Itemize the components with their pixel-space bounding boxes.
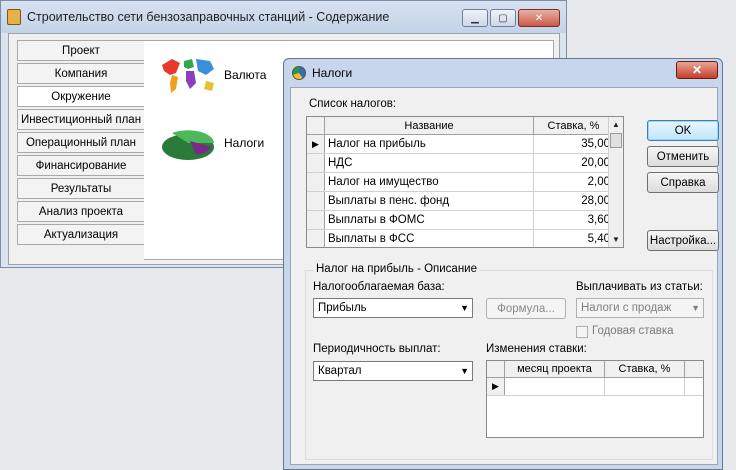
annual-rate-label: Годовая ставка (592, 325, 674, 337)
taxes-dialog: Налоги ✕ Список налогов: Название Ставка… (283, 58, 723, 470)
column-header-name[interactable]: Название (325, 117, 534, 134)
app-icon (7, 9, 21, 25)
dialog-body: Список налогов: Название Ставка, % ▶ Нал… (290, 87, 719, 465)
main-window-title: Строительство сети бензозаправочных стан… (27, 10, 390, 24)
tax-name-cell[interactable]: Налог на имущество (325, 173, 534, 191)
nav-item-operational-plan[interactable]: Операционный план (17, 132, 145, 153)
scroll-up-icon[interactable]: ▲ (609, 117, 623, 132)
scroll-down-icon[interactable]: ▼ (609, 232, 623, 247)
tax-base-label: Налогооблагаемая база: (313, 281, 445, 293)
pay-from-select[interactable]: Налоги с продаж ▼ (576, 298, 704, 318)
taxes-module[interactable]: Налоги (158, 121, 264, 165)
table-row[interactable]: Налог на имущество 2,00 (307, 173, 623, 192)
column-header-rate[interactable]: Ставка, % (534, 117, 614, 134)
tax-rate-cell[interactable]: 2,00 (534, 173, 614, 191)
tax-pie-icon (162, 130, 214, 160)
column-header-change-rate[interactable]: Ставка, % (605, 361, 685, 377)
change-rate-cell[interactable] (605, 378, 685, 395)
tax-rate-cell[interactable]: 3,60 (534, 211, 614, 229)
scroll-thumb[interactable] (610, 133, 622, 148)
nav-list: Проект Компания Окружение Инвестиционный… (17, 40, 145, 247)
tax-rate-cell[interactable]: 5,40 (534, 230, 614, 247)
chevron-down-icon: ▼ (460, 366, 469, 376)
currency-label: Валюта (224, 68, 267, 82)
table-row[interactable]: ▶ Налог на прибыль 35,00 (307, 135, 623, 154)
current-row-arrow-icon: ▶ (487, 378, 505, 395)
taxes-label: Налоги (224, 136, 265, 150)
tax-base-select[interactable]: Прибыль ▼ (313, 298, 473, 318)
nav-item-project-analysis[interactable]: Анализ проекта (17, 201, 145, 222)
ok-button[interactable]: OK (647, 120, 719, 141)
periodicity-value: Квартал (318, 365, 362, 377)
annual-rate-checkbox[interactable] (576, 326, 588, 338)
row-indicator (307, 173, 325, 191)
current-row-arrow-icon: ▶ (307, 135, 325, 153)
column-header-month[interactable]: месяц проекта (505, 361, 605, 377)
chevron-down-icon: ▼ (460, 303, 469, 313)
currency-module[interactable]: Валюта (158, 53, 266, 97)
nav-item-company[interactable]: Компания (17, 63, 145, 84)
nav-item-results[interactable]: Результаты (17, 178, 145, 199)
nav-item-project[interactable]: Проект (17, 40, 145, 61)
dialog-title: Налоги (312, 65, 353, 80)
month-cell[interactable] (505, 378, 605, 395)
nav-item-environment[interactable]: Окружение (17, 86, 145, 107)
nav-item-investment-plan[interactable]: Инвестиционный план (17, 109, 145, 130)
pay-from-label: Выплачивать из статьи: (576, 281, 703, 293)
close-button[interactable]: ✕ (518, 9, 560, 27)
row-indicator-header (307, 117, 325, 134)
periodicity-select[interactable]: Квартал ▼ (313, 361, 473, 381)
row-indicator (307, 211, 325, 229)
tax-name-cell[interactable]: Выплаты в ФСС (325, 230, 534, 247)
tax-list-grid[interactable]: Название Ставка, % ▶ Налог на прибыль 35… (306, 116, 624, 248)
help-button[interactable]: Справка (647, 172, 719, 193)
rate-changes-header: месяц проекта Ставка, % (487, 361, 703, 378)
world-map-icon (162, 59, 214, 93)
tax-rate-cell[interactable]: 35,00 (534, 135, 614, 153)
tax-base-value: Прибыль (318, 302, 367, 314)
tax-name-cell[interactable]: Выплаты в пенс. фонд (325, 192, 534, 210)
description-group-title: Налог на прибыль - Описание (314, 263, 479, 275)
tax-rate-cell[interactable]: 20,00 (534, 154, 614, 172)
tax-list-label: Список налогов: (309, 98, 397, 110)
tax-list-scrollbar[interactable]: ▲ ▼ (608, 117, 623, 247)
table-row[interactable]: Выплаты в пенс. фонд 28,00 (307, 192, 623, 211)
tax-name-cell[interactable]: Налог на прибыль (325, 135, 534, 153)
tax-rate-cell[interactable]: 28,00 (534, 192, 614, 210)
formula-button[interactable]: Формула... (486, 298, 566, 319)
nav-item-financing[interactable]: Финансирование (17, 155, 145, 176)
pay-from-value: Налоги с продаж (581, 302, 672, 314)
tax-grid-header: Название Ставка, % (307, 117, 623, 135)
chevron-down-icon: ▼ (691, 303, 700, 313)
table-row[interactable]: Выплаты в ФСС 5,40 (307, 230, 623, 247)
dialog-app-icon (292, 65, 306, 80)
table-row[interactable]: НДС 20,00 (307, 154, 623, 173)
rate-changes-grid[interactable]: месяц проекта Ставка, % ▶ (486, 360, 704, 438)
dialog-title-bar: Налоги (284, 59, 722, 86)
table-row[interactable]: Выплаты в ФОМС 3,60 (307, 211, 623, 230)
maximize-button[interactable]: ▢ (490, 9, 516, 27)
table-row[interactable]: ▶ (487, 378, 703, 396)
rate-changes-label: Изменения ставки: (486, 343, 587, 355)
settings-button[interactable]: Настройка... (647, 230, 719, 251)
periodicity-label: Периодичность выплат: (313, 343, 441, 355)
minimize-button[interactable]: ▁ (462, 9, 488, 27)
row-indicator (307, 230, 325, 247)
cancel-button[interactable]: Отменить (647, 146, 719, 167)
row-indicator (307, 154, 325, 172)
dialog-close-button[interactable]: ✕ (676, 61, 718, 79)
row-indicator (307, 192, 325, 210)
nav-item-actualization[interactable]: Актуализация (17, 224, 145, 245)
tax-name-cell[interactable]: НДС (325, 154, 534, 172)
row-indicator-header (487, 361, 505, 377)
tax-name-cell[interactable]: Выплаты в ФОМС (325, 211, 534, 229)
